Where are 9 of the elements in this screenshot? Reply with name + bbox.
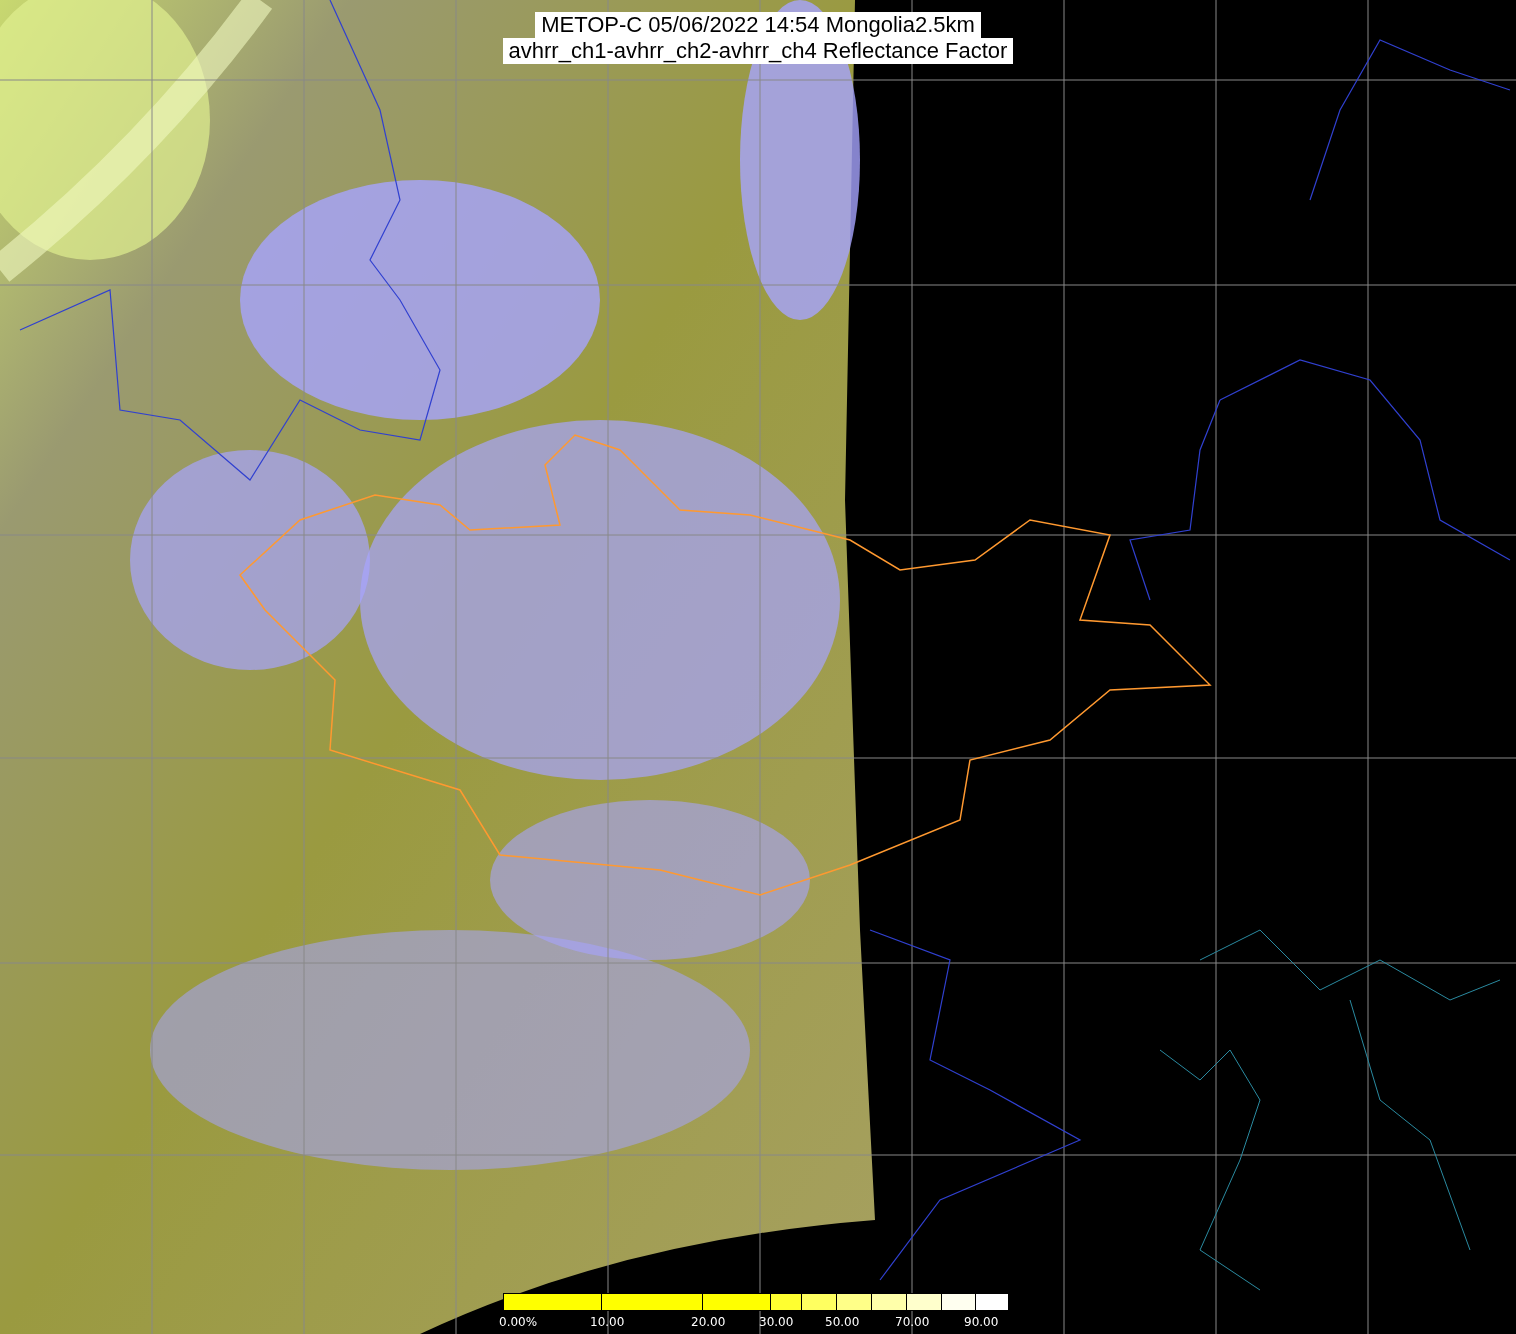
colorbar-label: 90.00 [964, 1314, 999, 1331]
colorbar-label: 0.00% [499, 1314, 538, 1331]
colorbar-label: 30.00 [759, 1314, 794, 1331]
colorbar-label: 10.00 [590, 1314, 625, 1331]
colorbar-label: 20.00 [691, 1314, 726, 1331]
map-title: METOP-C 05/06/2022 14:54 Mongolia2.5km [535, 12, 981, 38]
colorbar-label: 70.00 [895, 1314, 930, 1331]
map-title: avhrr_ch1-avhrr_ch2-avhrr_ch4 Reflectance Factor [502, 38, 1014, 64]
colorbar-label: 50.00 [825, 1314, 860, 1331]
